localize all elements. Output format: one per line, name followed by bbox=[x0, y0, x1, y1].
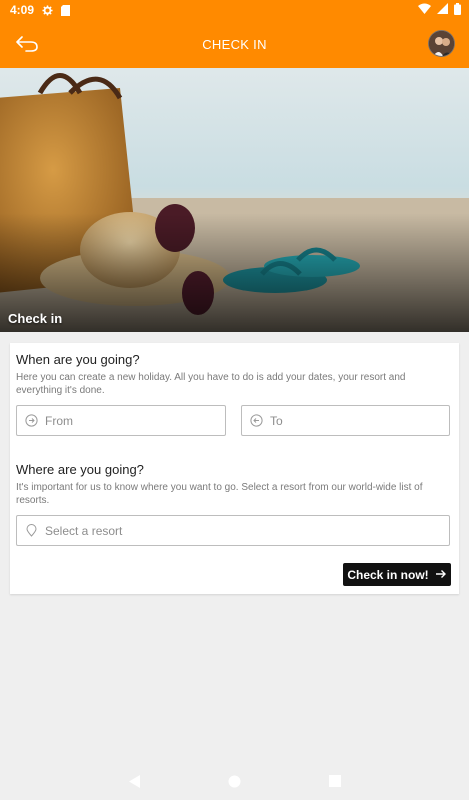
battery-icon bbox=[454, 2, 461, 18]
sim-card-icon bbox=[61, 4, 71, 16]
arrow-right-icon bbox=[435, 568, 447, 582]
back-arrow-icon[interactable] bbox=[14, 32, 40, 56]
where-section-title: Where are you going? bbox=[16, 462, 144, 477]
check-in-now-label: Check in now! bbox=[347, 567, 429, 582]
profile-avatar[interactable] bbox=[428, 30, 455, 57]
gear-icon bbox=[42, 4, 53, 16]
signal-icon bbox=[437, 3, 448, 17]
from-date-field[interactable]: From bbox=[16, 405, 226, 436]
when-section-description: Here you can create a new holiday. All y… bbox=[16, 372, 406, 396]
from-date-placeholder: From bbox=[45, 413, 73, 428]
nav-home-icon[interactable] bbox=[227, 773, 243, 789]
to-date-field[interactable]: To bbox=[241, 405, 450, 436]
app-screen: 4:09 CHECK IN Check in When are you goin… bbox=[0, 0, 469, 800]
resort-select-field[interactable]: Select a resort bbox=[16, 515, 450, 546]
status-bar: 4:09 bbox=[0, 0, 469, 20]
where-section-description: It's important for us to know where you … bbox=[16, 482, 423, 506]
wifi-icon bbox=[418, 3, 431, 17]
nav-recents-icon[interactable] bbox=[327, 773, 343, 789]
nav-back-icon[interactable] bbox=[127, 773, 143, 789]
resort-placeholder: Select a resort bbox=[45, 523, 123, 538]
arrow-circle-left-icon bbox=[250, 414, 263, 427]
status-time: 4:09 bbox=[10, 3, 35, 17]
when-section-title: When are you going? bbox=[16, 352, 140, 367]
check-in-form-card: When are you going? Here you can create … bbox=[10, 343, 459, 594]
to-date-placeholder: To bbox=[270, 413, 283, 428]
arrow-circle-right-icon bbox=[25, 414, 38, 427]
hero-image: Check in bbox=[0, 68, 469, 332]
location-pin-icon bbox=[25, 524, 38, 537]
hero-caption: Check in bbox=[8, 311, 63, 326]
app-bar: CHECK IN bbox=[0, 20, 469, 68]
page-title: CHECK IN bbox=[202, 36, 267, 52]
check-in-now-button[interactable]: Check in now! bbox=[343, 563, 451, 586]
system-navigation-bar bbox=[0, 762, 469, 800]
